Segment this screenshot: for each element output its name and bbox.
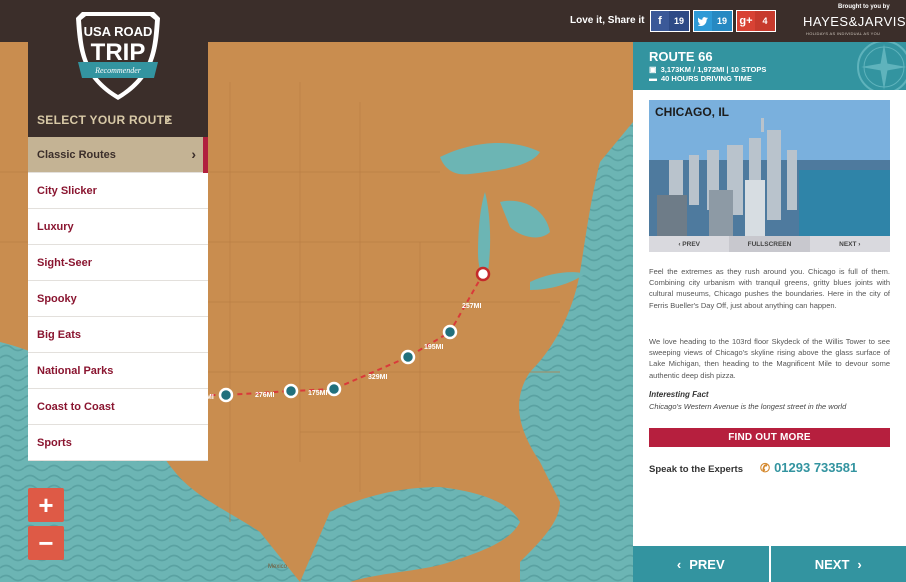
menu-item-spooky[interactable]: Spooky (28, 281, 208, 317)
menu-item-big-eats[interactable]: Big Eats (28, 317, 208, 353)
chevron-right-icon: › (856, 240, 861, 248)
route-stop-chicago[interactable] (475, 266, 491, 282)
prev-label: PREV (689, 556, 725, 572)
menu-item-label: Coast to Coast (37, 400, 115, 413)
twitter-count: 19 (712, 11, 732, 31)
gulf-of-mexico (300, 487, 520, 582)
route-drive-time: ▬ 40 HOURS DRIVING TIME (649, 74, 752, 83)
route-pager: ‹ PREV NEXT › (633, 546, 906, 582)
twitter-share-button[interactable]: 19 (693, 10, 733, 32)
photo-next-button[interactable]: NEXT › (810, 236, 890, 252)
menu-item-label: Classic Routes (37, 148, 116, 161)
zoom-in-button[interactable]: + (28, 488, 64, 522)
route-category-menu: Classic Routes › City Slicker Luxury Sig… (28, 137, 208, 461)
route-stop[interactable] (326, 381, 342, 397)
prev-stop-button[interactable]: ‹ PREV (633, 546, 769, 582)
stop-description-2: We love heading to the 103rd floor Skyde… (649, 337, 890, 380)
find-out-more-button[interactable]: FIND OUT MORE (649, 428, 890, 447)
chevron-left-icon: ‹ (676, 556, 682, 572)
brought-by-label: Brought to you by (838, 4, 890, 10)
brand-logo[interactable]: HAYES&JARVIS (803, 14, 906, 29)
menu-item-label: Sight-Seer (37, 256, 93, 269)
photo-prev-label: PREV (682, 240, 700, 248)
googleplus-count: 4 (755, 11, 775, 31)
menu-item-label: City Slicker (37, 184, 97, 197)
menu-item-city-slicker[interactable]: City Slicker (28, 173, 208, 209)
googleplus-share-button[interactable]: g+ 4 (736, 10, 776, 32)
menu-item-label: National Parks (37, 364, 114, 377)
car-icon: ▬ (649, 74, 657, 83)
distance-label: 257MI (462, 303, 482, 310)
logo-line3: Recommender (94, 66, 142, 75)
luggage-icon: ▣ (649, 65, 657, 74)
distance-label: 276MI (255, 392, 275, 399)
route-line (200, 273, 484, 396)
lake-erie (530, 272, 585, 290)
mexico-label: Mexico (268, 564, 288, 570)
stop-title: CHICAGO, IL (655, 105, 729, 119)
lake-huron (500, 200, 550, 238)
stop-photo[interactable]: CHICAGO, IL (649, 100, 890, 236)
menu-item-luxury[interactable]: Luxury (28, 209, 208, 245)
menu-item-classic-routes[interactable]: Classic Routes › (28, 137, 208, 173)
route-stop[interactable] (400, 349, 416, 365)
route-stop[interactable] (218, 387, 234, 403)
share-label: Love it, Share it (570, 15, 645, 26)
route-detail-panel: ROUTE 66 ▣ 3,173KM / 1,972MI | 10 STOPS … (633, 42, 906, 582)
photo-prev-button[interactable]: ‹ PREV (649, 236, 729, 252)
photo-navigation: ‹ PREV FULLSCREEN NEXT › (649, 236, 890, 252)
logo-line1: USA ROAD (84, 24, 153, 39)
menu-item-national-parks[interactable]: National Parks (28, 353, 208, 389)
next-stop-button[interactable]: NEXT › (770, 546, 906, 582)
brand-tagline: HOLIDAYS AS INDIVIDUAL AS YOU (806, 31, 881, 36)
photo-fullscreen-button[interactable]: FULLSCREEN (729, 236, 810, 252)
phone-icon: ✆ (760, 460, 771, 475)
logo-line2: TRIP (91, 39, 146, 66)
route-title: ROUTE 66 (649, 49, 713, 64)
chevron-right-icon: › (166, 110, 171, 126)
facebook-icon: f (658, 15, 662, 27)
distance-label: 175MI (308, 390, 328, 397)
phone-number-text: 01293 733581 (774, 460, 858, 475)
atlantic-ocean (519, 122, 633, 582)
speak-to-experts-label: Speak to the Experts (649, 464, 743, 475)
zoom-out-button[interactable]: − (28, 526, 64, 560)
route-meta1-text: 3,173KM / 1,972MI | 10 STOPS (660, 65, 767, 74)
route-header: ROUTE 66 ▣ 3,173KM / 1,972MI | 10 STOPS … (633, 42, 906, 90)
menu-item-sight-seer[interactable]: Sight-Seer (28, 245, 208, 281)
menu-item-sports[interactable]: Sports (28, 425, 208, 461)
facebook-share-button[interactable]: f 19 (650, 10, 690, 32)
compass-icon (857, 42, 906, 90)
menu-item-coast-to-coast[interactable]: Coast to Coast (28, 389, 208, 425)
distance-label: 329MI (368, 374, 388, 381)
lake-michigan (478, 192, 491, 276)
route-meta2-text: 40 HOURS DRIVING TIME (661, 74, 752, 83)
distance-label: 195MI (424, 344, 444, 351)
route-stop[interactable] (442, 324, 458, 340)
phone-number[interactable]: ✆ 01293 733581 (760, 460, 857, 475)
next-label: NEXT (814, 556, 850, 572)
menu-item-label: Luxury (37, 220, 74, 233)
chicago-skyline-image (649, 100, 890, 236)
googleplus-icon: g+ (739, 15, 753, 27)
menu-item-label: Spooky (37, 292, 77, 305)
usa-road-trip-logo[interactable]: USA ROAD TRIP Recommender (72, 8, 164, 104)
chevron-right-icon: › (857, 556, 862, 572)
select-route-label: SELECT YOUR ROUTE (37, 113, 173, 127)
facebook-count: 19 (669, 11, 689, 31)
menu-item-label: Sports (37, 436, 72, 449)
chevron-right-icon: › (191, 146, 196, 162)
route-distance-stops: ▣ 3,173KM / 1,972MI | 10 STOPS (649, 65, 766, 74)
route-stop[interactable] (283, 383, 299, 399)
menu-item-label: Big Eats (37, 328, 82, 341)
lake-superior (440, 142, 540, 175)
fact-text: Chicago's Western Avenue is the longest … (649, 402, 847, 411)
fact-title: Interesting Fact (649, 390, 709, 399)
stop-description: Feel the extremes as they rush around yo… (649, 267, 890, 310)
photo-next-label: NEXT (839, 240, 857, 248)
twitter-icon (694, 11, 712, 31)
